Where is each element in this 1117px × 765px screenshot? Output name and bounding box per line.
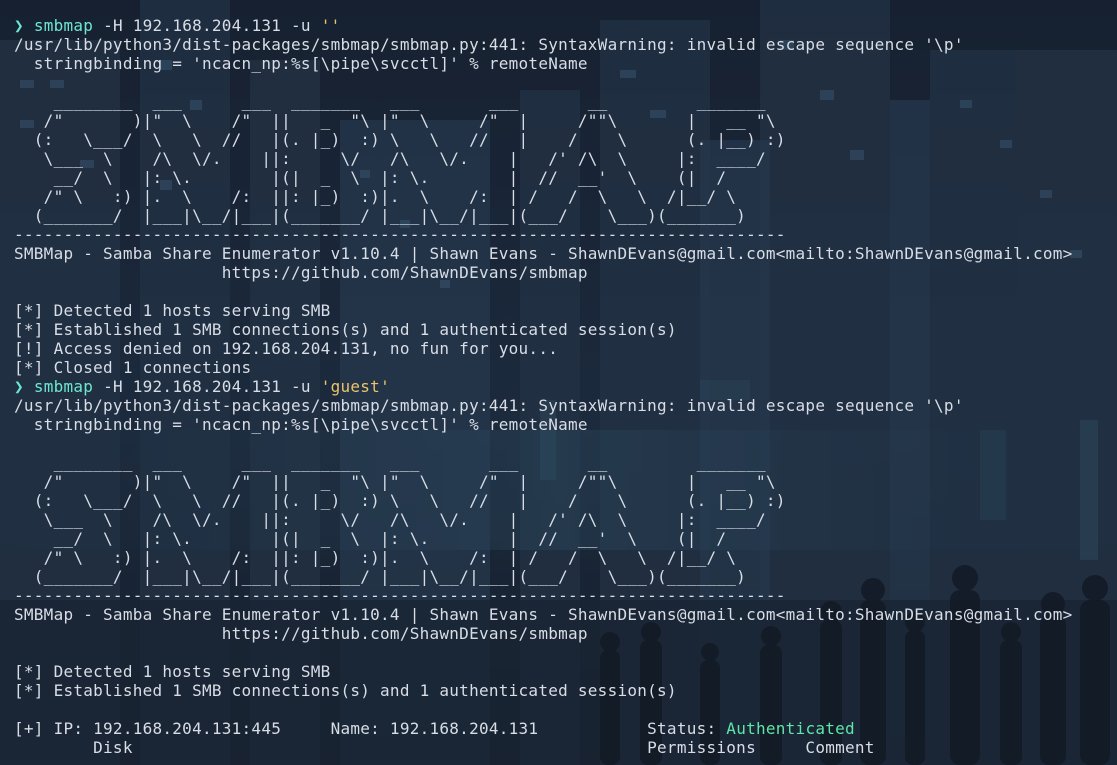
banner-line: ________ ___ ___ _______ ___ ___ __ ____…	[14, 453, 766, 472]
banner-line: (_______/ |___|\__/|___|(_______/ |___|\…	[14, 567, 747, 586]
command-args: -H 192.168.204.131 -u	[93, 377, 321, 396]
output-line: [*] Established 1 SMB connections(s) and…	[14, 681, 677, 700]
banner-line: /" \ :) |. \ /: ||: |_) :)|. \ /: | / / …	[14, 187, 737, 206]
warning-line: /usr/lib/python3/dist-packages/smbmap/sm…	[14, 396, 964, 415]
command-user-arg: 'guest'	[320, 377, 390, 396]
command-name: smbmap	[33, 16, 94, 35]
command-user-arg: ''	[320, 16, 341, 35]
banner-line: (_______/ |___|\__/|___|(_______/ |___|\…	[14, 206, 747, 225]
host-status-line: [+] IP: 192.168.204.131:445 Name: 192.16…	[14, 719, 1073, 738]
banner-line: /" \ :) |. \ /: ||: |_) :)|. \ /: | / / …	[14, 548, 737, 567]
prompt-icon: ❯	[14, 377, 24, 396]
banner-line: (: \___/ \ \ // |(. |_) :) \ \ // | / \ …	[14, 130, 786, 149]
banner-line: \___ \ /\ \/. ||: \/ /\ \/. | /' /\ \ |:…	[14, 149, 766, 168]
banner-line: \___ \ /\ \/. ||: \/ /\ \/. | /' /\ \ |:…	[14, 510, 766, 529]
banner-separator: ----------------------------------------…	[14, 586, 786, 605]
output-line: [!] Access denied on 192.168.204.131, no…	[14, 339, 559, 358]
tool-url-line: https://github.com/ShawnDEvans/smbmap	[14, 263, 588, 282]
output-line: [*] Detected 1 hosts serving SMB	[14, 662, 331, 681]
banner-line: /" )|" \ /" || _ "\ |" \ /" | /""\ | __ …	[14, 472, 776, 491]
command-line: ❯ smbmap -H 192.168.204.131 -u 'guest'	[14, 377, 1073, 396]
host-ip-info: [+] IP: 192.168.204.131:445 Name: 192.16…	[14, 719, 727, 738]
warning-code-line: stringbinding = 'ncacn_np:%s[\pipe\svcct…	[14, 54, 588, 73]
banner-separator: ----------------------------------------…	[14, 225, 786, 244]
banner-line: __/ \ |: \. |(| _ \ |: \. | // __' \ (| …	[14, 168, 727, 187]
prompt-icon: ❯	[14, 16, 24, 35]
terminal-output: ❯ smbmap -H 192.168.204.131 -u '' /usr/l…	[14, 16, 1073, 757]
status-value: Authenticated	[726, 719, 855, 738]
warning-line: /usr/lib/python3/dist-packages/smbmap/sm…	[14, 35, 964, 54]
command-args: -H 192.168.204.131 -u	[93, 16, 321, 35]
banner-line: ________ ___ ___ _______ ___ ___ __ ____…	[14, 92, 766, 111]
output-line: [*] Closed 1 connections	[14, 358, 252, 377]
banner-line: /" )|" \ /" || _ "\ |" \ /" | /""\ | __ …	[14, 111, 776, 130]
tool-url-line: https://github.com/ShawnDEvans/smbmap	[14, 624, 588, 643]
command-line: ❯ smbmap -H 192.168.204.131 -u ''	[14, 16, 1073, 35]
warning-code-line: stringbinding = 'ncacn_np:%s[\pipe\svcct…	[14, 415, 588, 434]
banner-line: (: \___/ \ \ // |(. |_) :) \ \ // | / \ …	[14, 491, 786, 510]
tool-title-line: SMBMap - Samba Share Enumerator v1.10.4 …	[14, 244, 1073, 263]
output-line: [*] Detected 1 hosts serving SMB	[14, 301, 331, 320]
output-line: [*] Established 1 SMB connections(s) and…	[14, 320, 677, 339]
banner-line: __/ \ |: \. |(| _ \ |: \. | // __' \ (| …	[14, 529, 727, 548]
tool-title-line: SMBMap - Samba Share Enumerator v1.10.4 …	[14, 605, 1073, 624]
share-table-header: Disk Permissions Comment	[14, 738, 875, 757]
command-name: smbmap	[33, 377, 94, 396]
